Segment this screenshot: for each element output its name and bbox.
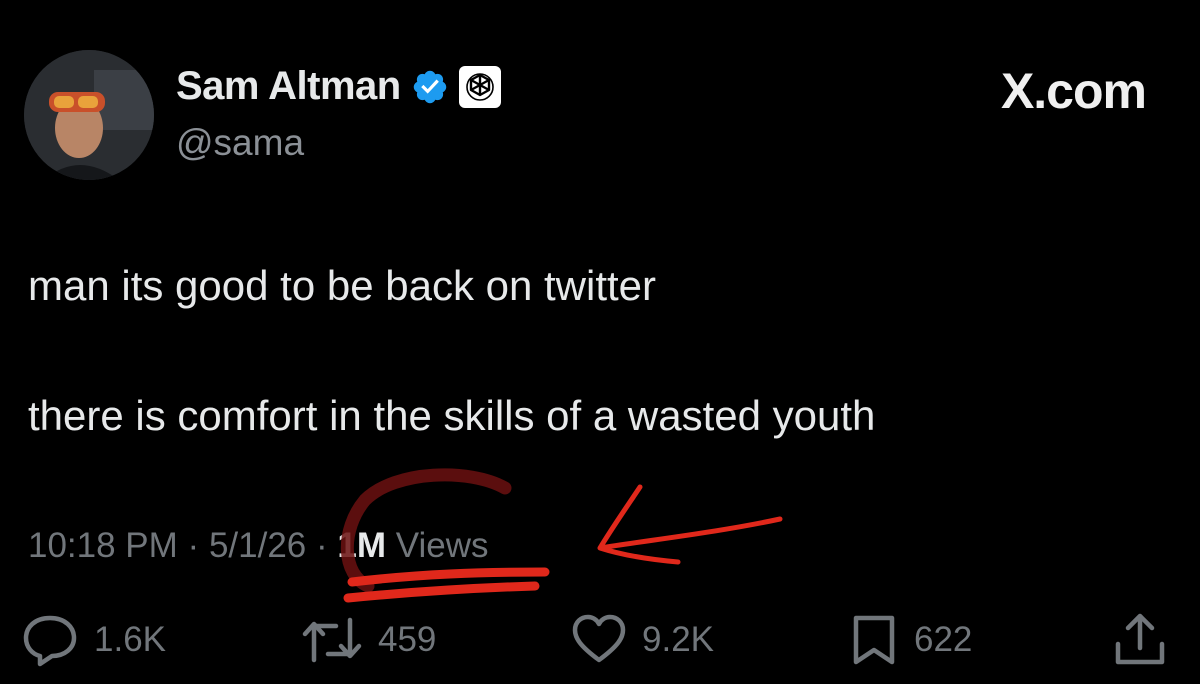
author-handle[interactable]: @sama xyxy=(176,122,304,164)
views-count[interactable]: 1M xyxy=(337,526,386,565)
share-button[interactable] xyxy=(1110,612,1170,668)
bookmark-button[interactable]: 622 xyxy=(848,612,972,668)
tweet-time[interactable]: 10:18 PM xyxy=(28,526,178,565)
hand-drawn-underline-mark xyxy=(343,567,550,603)
author-display-name[interactable]: Sam Altman xyxy=(176,64,401,109)
like-count: 9.2K xyxy=(642,620,714,659)
tweet-text-line-2: there is comfort in the skills of a wast… xyxy=(28,392,876,439)
avatar-photo xyxy=(24,50,154,180)
reply-bubble-icon xyxy=(23,615,77,667)
tweet-metadata: 10:18 PM · 5/1/26 · 1M Views xyxy=(28,526,488,566)
verified-badge-icon[interactable] xyxy=(411,68,449,106)
meta-separator: · xyxy=(187,526,200,565)
openai-logo-icon xyxy=(465,72,494,101)
like-button[interactable]: 9.2K xyxy=(570,612,714,668)
views-label: Views xyxy=(395,526,489,565)
share-upload-icon xyxy=(1115,613,1165,665)
meta-separator: · xyxy=(315,526,328,565)
heart-icon xyxy=(572,614,626,663)
author-name-row: Sam Altman xyxy=(176,64,501,109)
avatar[interactable] xyxy=(24,50,154,180)
x-brand-logo: X.com xyxy=(1000,63,1147,119)
tweet-date[interactable]: 5/1/26 xyxy=(209,526,306,565)
bookmark-count: 622 xyxy=(914,620,973,659)
hand-drawn-arrow-mark xyxy=(597,484,783,565)
affiliation-badge[interactable] xyxy=(458,65,501,108)
reply-count: 1.6K xyxy=(94,620,166,659)
repost-button[interactable]: 459 xyxy=(300,612,436,668)
repost-icon xyxy=(302,617,362,663)
reply-button[interactable]: 1.6K xyxy=(20,612,166,668)
tweet-actions-bar: 1.6K 459 9.2K 622 xyxy=(0,612,1200,672)
tweet-text-line-1: man its good to be back on twitter xyxy=(28,262,657,309)
bookmark-icon xyxy=(853,615,895,665)
repost-count: 459 xyxy=(378,620,437,659)
